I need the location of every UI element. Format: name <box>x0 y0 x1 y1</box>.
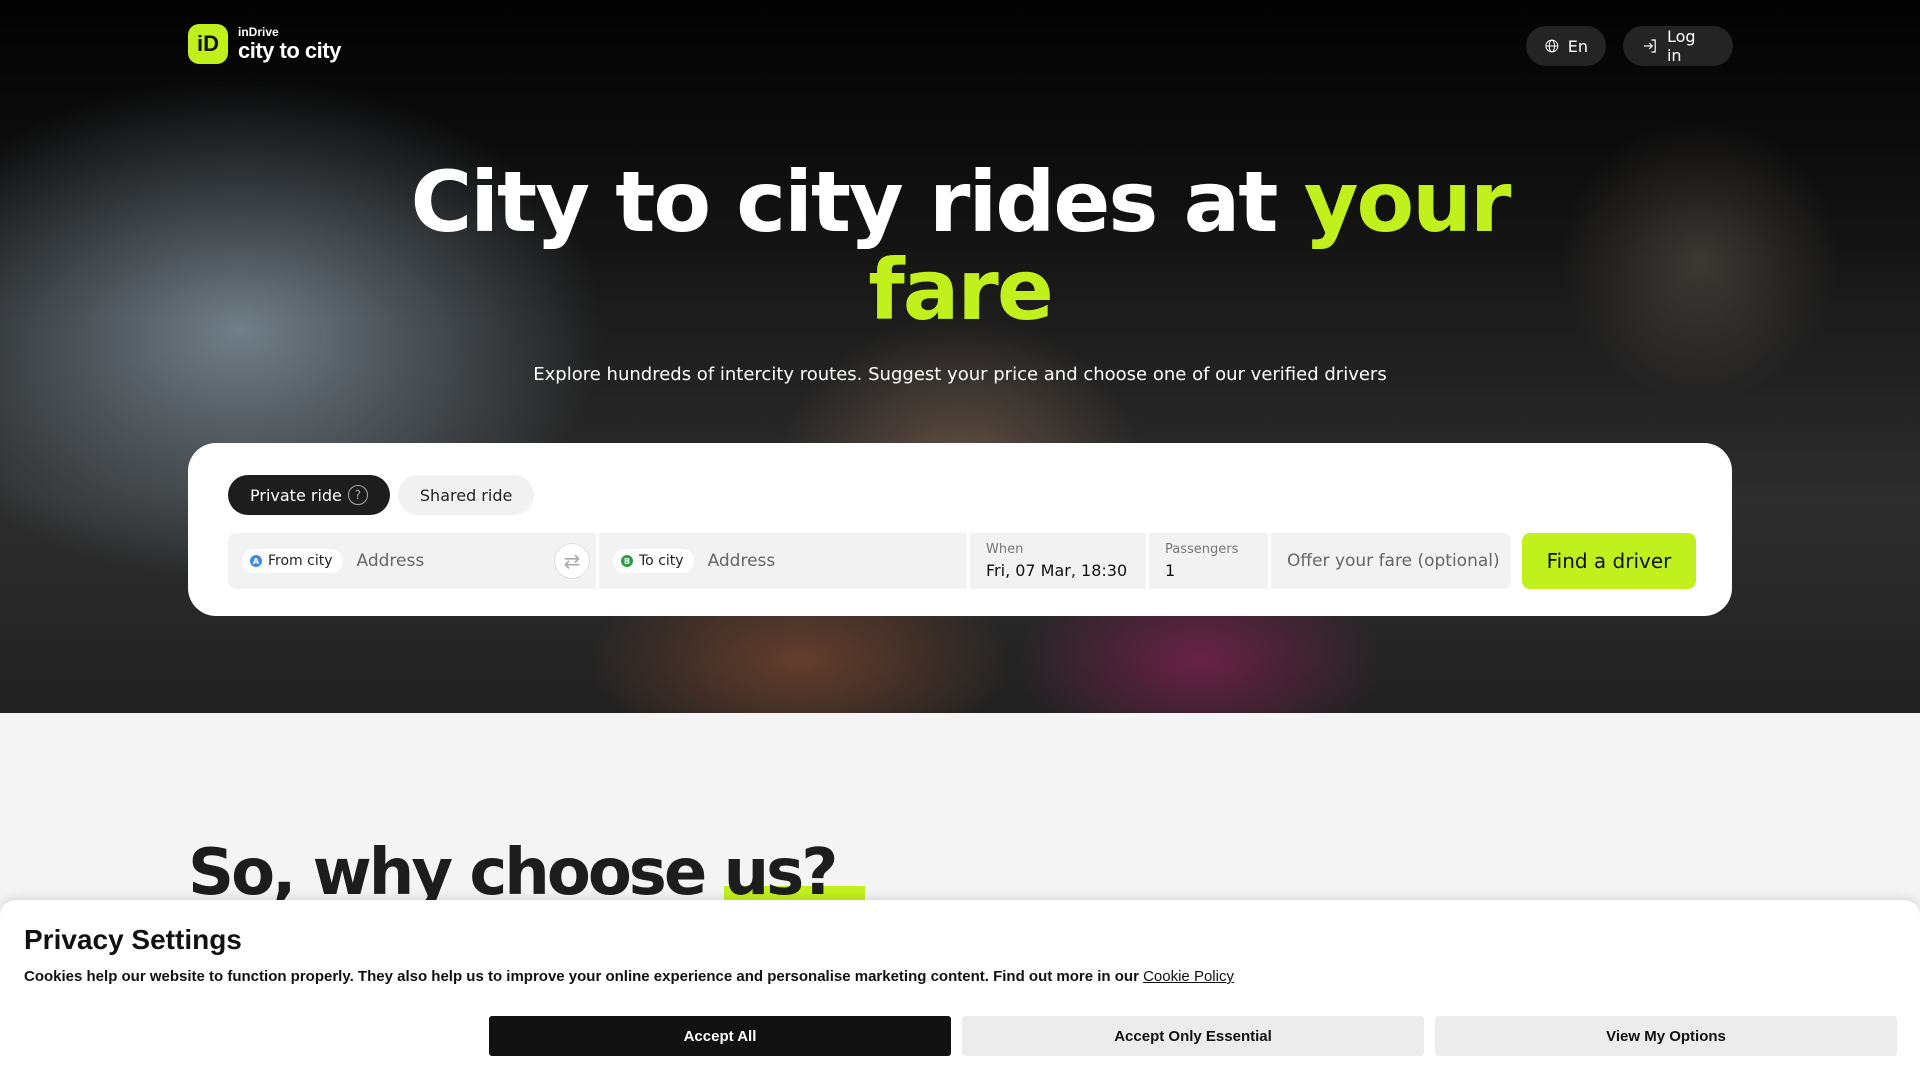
logo-product-name: city to city <box>238 38 341 63</box>
logo-mark-icon: iD <box>188 24 228 64</box>
login-button[interactable]: Log in <box>1623 26 1733 66</box>
ride-type-tabs: Private ride ? Shared ride <box>228 475 535 515</box>
to-city-chip: B To city <box>613 549 694 573</box>
hero-title-main: City to city rides at <box>410 153 1304 251</box>
login-icon <box>1643 39 1656 53</box>
swap-icon: ⇄ <box>563 549 581 573</box>
search-card: Private ride ? Shared ride A From city A… <box>188 443 1732 616</box>
accept-essential-button[interactable]: Accept Only Essential <box>962 1016 1424 1056</box>
when-field[interactable]: When Fri, 07 Mar, 18:30 <box>970 533 1146 589</box>
hero-subtitle: Explore hundreds of intercity routes. Su… <box>533 364 1387 385</box>
point-a-icon: A <box>250 555 262 567</box>
login-label: Log in <box>1666 27 1696 65</box>
language-button[interactable]: En <box>1526 26 1606 66</box>
logo-brand-name: inDrive <box>238 25 279 39</box>
tab-private-ride[interactable]: Private ride ? <box>228 475 390 515</box>
search-fields: A From city Address ⇄ B To city Address … <box>228 533 1696 589</box>
cookie-title: Privacy Settings <box>24 924 242 955</box>
from-city-label: From city <box>268 553 333 569</box>
language-label: En <box>1567 36 1588 56</box>
tab-shared-ride-label: Shared ride <box>419 485 513 505</box>
logo-text: inDrive city to city <box>238 26 341 62</box>
swap-cities-button[interactable]: ⇄ <box>554 543 590 579</box>
passengers-value: 1 <box>1165 561 1176 580</box>
accept-all-button[interactable]: Accept All <box>489 1016 951 1056</box>
to-address-input[interactable]: Address <box>708 551 776 571</box>
from-city-field[interactable]: A From city Address ⇄ <box>228 533 596 589</box>
tab-private-ride-label: Private ride <box>250 485 342 505</box>
fare-input[interactable]: Offer your fare (optional) <box>1287 551 1500 571</box>
when-label: When <box>986 542 1024 557</box>
passengers-label: Passengers <box>1165 542 1239 557</box>
cookie-banner: Privacy Settings Cookies help our websit… <box>0 900 1920 1080</box>
section-title-highlight: us? <box>723 836 839 910</box>
help-icon[interactable]: ? <box>347 485 368 505</box>
to-city-field[interactable]: B To city Address <box>599 533 967 589</box>
hero-section: iD inDrive city to city En Log in City t… <box>0 0 1920 713</box>
passengers-field[interactable]: Passengers 1 <box>1149 533 1268 589</box>
view-options-button[interactable]: View My Options <box>1435 1016 1897 1056</box>
tab-shared-ride[interactable]: Shared ride <box>397 475 535 515</box>
logo[interactable]: iD inDrive city to city <box>188 24 341 64</box>
fare-field[interactable]: Offer your fare (optional) <box>1271 533 1511 589</box>
when-value: Fri, 07 Mar, 18:30 <box>986 561 1128 580</box>
to-city-label: To city <box>639 553 684 569</box>
hero-title: City to city rides at your fare <box>360 158 1560 334</box>
globe-icon <box>1545 39 1559 53</box>
cookie-text: Cookies help our website to function pro… <box>24 968 1144 985</box>
cookie-description: Cookies help our website to function pro… <box>24 968 1234 985</box>
hero-title-accent: your <box>1303 153 1512 251</box>
from-address-input[interactable]: Address <box>357 551 425 571</box>
point-b-icon: B <box>621 555 633 567</box>
from-city-chip: A From city <box>242 549 343 573</box>
cookie-policy-link[interactable]: Cookie Policy <box>1143 968 1234 985</box>
section-title: So, why choose us? <box>188 836 839 910</box>
section-title-main: So, why choose <box>188 836 724 910</box>
find-driver-button[interactable]: Find a driver <box>1522 533 1696 589</box>
hero-title-accent-2: fare <box>868 241 1054 339</box>
